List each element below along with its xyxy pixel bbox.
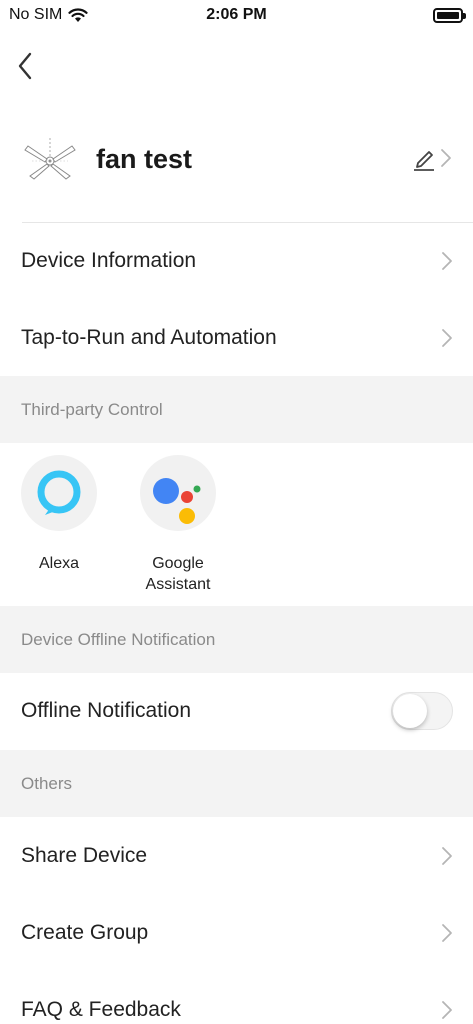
offline-notification-label: Offline Notification bbox=[21, 699, 192, 722]
offline-section-label: Device Offline Notification bbox=[21, 629, 216, 649]
chevron-right-icon bbox=[442, 252, 452, 270]
tap-to-run-label: Tap-to-Run and Automation bbox=[21, 326, 277, 349]
create-group-row[interactable]: Create Group bbox=[0, 895, 473, 971]
offline-notification-toggle[interactable] bbox=[391, 692, 453, 730]
share-device-label: Share Device bbox=[21, 844, 148, 867]
google-assistant-label-line2: Assistant bbox=[145, 576, 211, 593]
chevron-right-icon bbox=[442, 329, 452, 347]
offline-section-header: Device Offline Notification bbox=[0, 606, 473, 673]
chevron-right-icon bbox=[441, 149, 451, 167]
alexa-icon-circle bbox=[21, 455, 97, 531]
google-assistant-label: Google Assistant bbox=[123, 553, 233, 595]
alexa-label: Alexa bbox=[38, 555, 80, 572]
offline-notification-row: Offline Notification bbox=[0, 673, 473, 749]
device-header[interactable]: fan test bbox=[0, 122, 473, 200]
third-party-section-header: Third-party Control bbox=[0, 376, 473, 443]
device-information-label: Device Information bbox=[21, 249, 197, 272]
toggle-knob bbox=[393, 694, 427, 728]
ceiling-fan-icon bbox=[24, 138, 76, 180]
others-section-label: Others bbox=[21, 773, 73, 793]
faq-feedback-label: FAQ & Feedback bbox=[21, 998, 181, 1021]
share-device-row[interactable]: Share Device bbox=[0, 818, 473, 894]
third-party-section-label: Third-party Control bbox=[21, 399, 163, 419]
chevron-left-icon bbox=[18, 52, 32, 80]
google-assistant-label-line1: Google bbox=[152, 555, 204, 572]
tap-to-run-row[interactable]: Tap-to-Run and Automation bbox=[0, 300, 473, 376]
faq-feedback-row[interactable]: FAQ & Feedback bbox=[0, 972, 473, 1024]
others-section-header: Others bbox=[0, 750, 473, 817]
chevron-right-icon bbox=[442, 847, 452, 865]
google-assistant-icon-circle bbox=[140, 455, 216, 531]
alexa-button[interactable]: Alexa bbox=[4, 455, 114, 574]
chevron-right-icon bbox=[442, 924, 452, 942]
device-information-row[interactable]: Device Information bbox=[0, 223, 473, 299]
status-bar: No SIM 2:06 PM bbox=[0, 0, 473, 34]
back-button[interactable] bbox=[10, 46, 40, 86]
google-assistant-button[interactable]: Google Assistant bbox=[123, 455, 233, 595]
device-name: fan test bbox=[96, 144, 193, 174]
create-group-label: Create Group bbox=[21, 921, 149, 944]
status-time: 2:06 PM bbox=[206, 6, 267, 23]
battery-icon bbox=[433, 8, 466, 23]
google-assistant-icon bbox=[153, 478, 201, 524]
alexa-icon bbox=[37, 470, 81, 515]
third-party-panel: Alexa Google Assistant bbox=[0, 443, 473, 606]
pencil-icon[interactable] bbox=[412, 146, 436, 172]
chevron-right-icon bbox=[442, 1001, 452, 1019]
